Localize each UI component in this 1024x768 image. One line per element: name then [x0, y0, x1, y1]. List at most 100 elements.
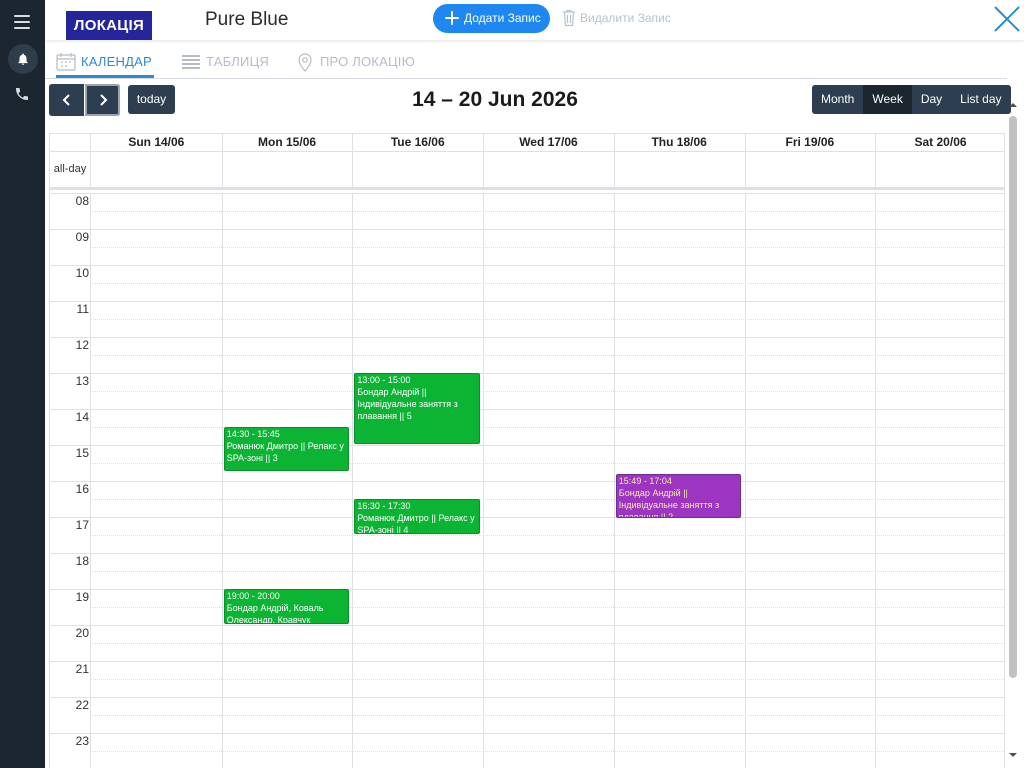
delete-record-label: Видалити Запис [580, 11, 671, 25]
day-header: Mon 15/06 [258, 135, 317, 149]
event-time: 14:30 - 15:45 [226, 429, 280, 439]
calendar-icon [56, 53, 76, 71]
view-day-button[interactable]: Day [911, 85, 952, 114]
column-divider [875, 152, 877, 190]
event-title: Бондар Андрій || Індивідуальне заняття з… [618, 488, 720, 519]
hour-label: 18 [75, 554, 89, 568]
phone-icon[interactable] [14, 86, 30, 102]
half-hour-line [91, 751, 1004, 752]
hour-line [50, 517, 1004, 518]
hour-line [50, 589, 1004, 590]
calendar-event[interactable]: 16:30 - 17:30 Романюк Дмитро || Релакс у … [354, 499, 481, 534]
event-time: 19:00 - 20:00 [226, 591, 280, 601]
column-divider [613, 152, 615, 190]
column-divider [744, 134, 746, 152]
day-header: Wed 17/06 [519, 135, 578, 149]
hour-line [50, 409, 1004, 410]
half-hour-line [91, 319, 1004, 320]
view-list-day-button[interactable]: List day [951, 85, 1011, 114]
column-divider [90, 152, 91, 190]
hour-line [50, 553, 1004, 554]
hour-line [50, 301, 1004, 302]
tab-calendar-label: КАЛЕНДАР [81, 54, 152, 69]
hour-label: 19 [75, 590, 89, 604]
hour-label: 11 [76, 302, 89, 316]
day-header: Tue 16/06 [390, 135, 445, 149]
half-hour-line [91, 679, 1004, 680]
hour-label: 14 [75, 410, 89, 424]
tab-calendar[interactable]: КАЛЕНДАР [56, 46, 154, 78]
calendar-event[interactable]: 15:49 - 17:04 Бондар Андрій || Індивідуал… [615, 474, 742, 519]
all-day-row[interactable]: all-day [50, 152, 1004, 190]
scroll-up-icon[interactable] [1007, 100, 1019, 110]
column-divider [613, 134, 615, 152]
day-header: Fri 19/06 [785, 135, 835, 149]
event-time: 13:00 - 15:00 [357, 375, 411, 385]
view-month-button[interactable]: Month [812, 85, 864, 114]
hour-label: 09 [75, 230, 89, 244]
map-pin-icon [298, 53, 312, 72]
bell-icon [18, 53, 28, 65]
notifications-button[interactable] [8, 44, 38, 74]
hour-line [50, 625, 1004, 626]
delete-record-button[interactable]: Видалити Запис [562, 9, 671, 27]
day-header-row: Sun 14/06 Mon 15/06 Tue 16/06 Wed 17/06 Thu … [50, 134, 1004, 152]
menu-icon[interactable] [14, 15, 30, 29]
hour-label: 15 [75, 446, 89, 460]
half-hour-line [91, 571, 1004, 572]
day-header: Sun 14/06 [128, 135, 185, 149]
hour-line [50, 661, 1004, 662]
hour-label: 17 [75, 518, 89, 532]
hour-label: 21 [75, 662, 89, 676]
half-hour-line [91, 283, 1004, 284]
close-icon[interactable] [992, 4, 1022, 34]
tab-about-location[interactable]: ПРО ЛОКАЦІЮ [295, 46, 415, 78]
calendar-event[interactable]: 14:30 - 15:45 Романюк Дмитро || Релакс у … [223, 427, 350, 471]
add-record-button[interactable]: Додати Запис [433, 4, 550, 33]
location-badge: ЛОКАЦІЯ [66, 11, 152, 40]
time-grid[interactable]: 08 09 10 11 12 13 14 15 16 17 18 19 20 21 22 23 13:00 - … [50, 193, 1004, 768]
hour-label: 20 [75, 626, 89, 640]
side-rail [0, 0, 45, 768]
column-divider [744, 152, 746, 190]
event-time: 15:49 - 17:04 [618, 476, 672, 487]
hour-line [50, 193, 1004, 194]
column-divider [90, 134, 91, 152]
hour-label: 16 [75, 482, 89, 496]
calendar-nav [49, 84, 120, 116]
trash-icon [563, 9, 575, 27]
tab-table-label: ТАБЛИЦЯ [206, 54, 269, 69]
all-day-label: all-day [53, 163, 87, 175]
location-name: Pure Blue [205, 9, 289, 30]
scroll-thumb[interactable] [1009, 116, 1017, 678]
calendar-event[interactable]: 13:00 - 15:00 Бондар Андрій || Індивідуал… [354, 373, 481, 444]
today-button[interactable]: today [128, 85, 175, 114]
half-hour-line [91, 499, 1004, 500]
column-divider [352, 152, 354, 190]
hour-line [50, 697, 1004, 698]
tab-about-label: ПРО ЛОКАЦІЮ [320, 54, 415, 69]
tab-table[interactable]: ТАБЛИЦЯ [181, 46, 276, 78]
hour-label: 12 [75, 338, 89, 352]
prev-week-button[interactable] [49, 84, 84, 116]
location-tabs: КАЛЕНДАР ТАБЛИЦЯ ПРО ЛОКАЦІЮ [45, 46, 1007, 79]
half-hour-line [91, 211, 1004, 212]
column-divider [221, 134, 223, 152]
next-week-button[interactable] [85, 84, 120, 116]
view-switcher: Month Week Day List day [812, 85, 1011, 114]
hour-label: 13 [75, 374, 89, 388]
column-divider [875, 134, 877, 152]
plus-icon [445, 11, 459, 25]
event-title: Романюк Дмитро || Релакс у SPA-зоні || 4 [357, 513, 475, 534]
half-hour-line [91, 643, 1004, 644]
week-calendar: Sun 14/06 Mon 15/06 Tue 16/06 Wed 17/06 Thu … [49, 133, 1005, 768]
calendar-event[interactable]: 19:00 - 20:00 Бондар Андрій, Коваль Олекс… [223, 589, 350, 624]
event-title: Бондар Андрій || Індивідуальне заняття з… [357, 387, 458, 421]
day-header: Sat 20/06 [914, 135, 967, 149]
scroll-down-icon[interactable] [1007, 750, 1019, 760]
hour-line [50, 373, 1004, 374]
half-hour-line [91, 355, 1004, 356]
event-title: Бондар Андрій, Коваль Олександр, Кравчук [226, 603, 324, 624]
view-week-button[interactable]: Week [863, 85, 912, 114]
table-icon [182, 55, 200, 69]
